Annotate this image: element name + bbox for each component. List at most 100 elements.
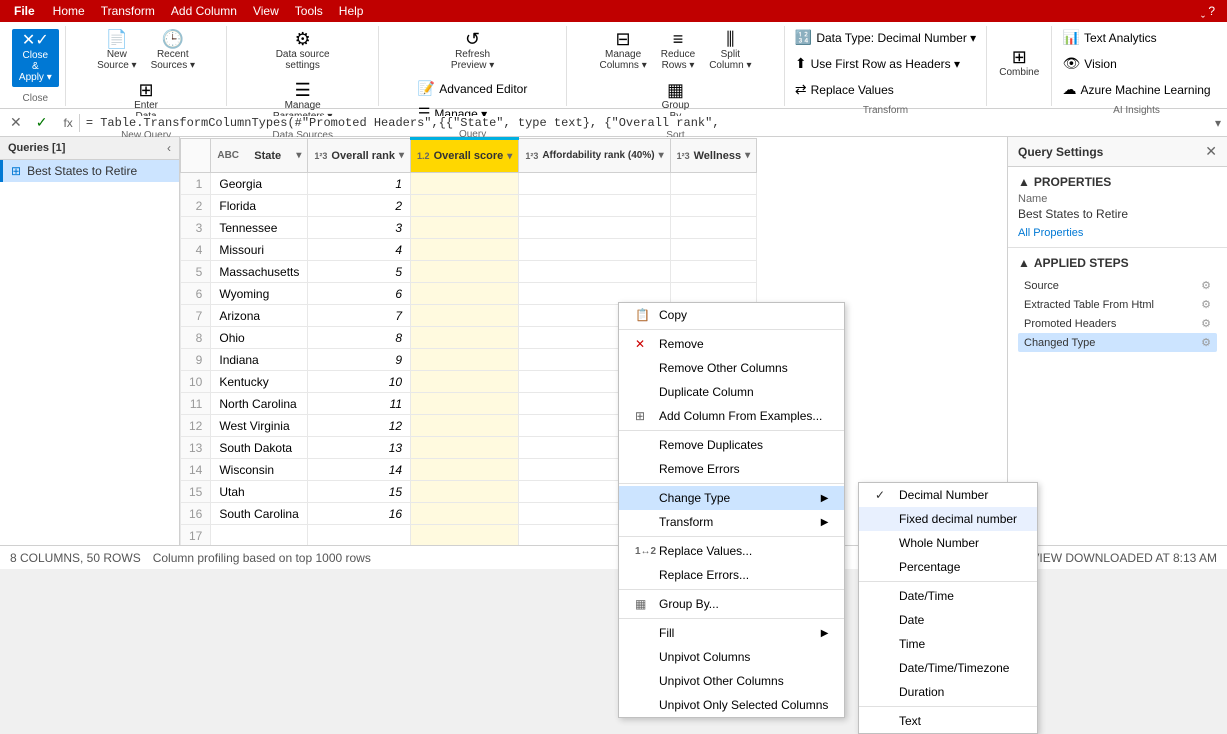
qs-steps-collapse-icon[interactable]: ▲	[1018, 256, 1030, 270]
menu-transform[interactable]: Transform	[93, 2, 163, 20]
use-first-row-button[interactable]: ⬆ Use First Row as Headers ▾	[790, 52, 965, 75]
menu-help[interactable]: Help	[331, 2, 372, 20]
ctx-remove-errors[interactable]: Remove Errors	[619, 457, 844, 481]
submenu-date[interactable]: Date	[859, 608, 1037, 632]
menu-tools[interactable]: Tools	[287, 2, 331, 20]
col-header-wellness[interactable]: 1²3 Wellness ▾	[670, 139, 757, 173]
ctx-change-type[interactable]: Change Type ▶	[619, 486, 844, 510]
refresh-preview-button[interactable]: ↺ RefreshPreview ▾	[445, 26, 500, 75]
step-gear-promoted-headers[interactable]: ⚙	[1201, 317, 1211, 330]
col-filter-wellness[interactable]: ▾	[745, 150, 750, 161]
query-item-best-states[interactable]: ⊞ Best States to Retire	[0, 160, 179, 182]
table-row[interactable]: 5 Massachusetts 5	[181, 261, 757, 283]
ctx-remove-other[interactable]: Remove Other Columns	[619, 356, 844, 380]
formula-cancel-button[interactable]: ✕	[6, 112, 26, 133]
submenu-datetimezone[interactable]: Date/Time/Timezone	[859, 656, 1037, 680]
ctx-transform[interactable]: Transform ▶	[619, 510, 844, 534]
col-filter-rank[interactable]: ▾	[399, 150, 404, 161]
submenu-time[interactable]: Time	[859, 632, 1037, 656]
advanced-editor-button[interactable]: 📝 Advanced Editor	[413, 77, 533, 100]
col-header-overall-rank[interactable]: 1²3 Overall rank ▾	[308, 139, 411, 173]
ctx-copy-icon: 📋	[635, 308, 651, 322]
text-analytics-button[interactable]: 📊 Text Analytics	[1058, 26, 1162, 49]
ctx-unpivot-other[interactable]: Unpivot Other Columns	[619, 669, 844, 693]
table-row[interactable]: 1 Georgia 1	[181, 173, 757, 195]
step-item-promoted-headers[interactable]: Promoted Headers ⚙	[1018, 314, 1217, 333]
cell-rank: 6	[308, 283, 411, 305]
qs-properties-collapse-icon[interactable]: ▲	[1018, 175, 1030, 189]
table-row[interactable]: 2 Florida 2	[181, 195, 757, 217]
new-source-button[interactable]: 📄 NewSource ▾	[91, 26, 142, 75]
vision-button[interactable]: 👁 Vision	[1058, 52, 1122, 75]
formula-expand-button[interactable]: ▾	[1215, 116, 1221, 130]
step-gear-changed-type[interactable]: ⚙	[1201, 336, 1211, 349]
combine-button[interactable]: ⊞ Combine	[993, 44, 1045, 82]
ctx-unpivot-selected[interactable]: Unpivot Only Selected Columns	[619, 693, 844, 717]
qs-name-label: Name	[1018, 193, 1217, 205]
submenu-percentage[interactable]: Percentage	[859, 555, 1037, 579]
file-menu[interactable]: File	[4, 2, 45, 20]
queries-header: Queries [1] ‹	[0, 137, 179, 160]
submenu-fixed-decimal[interactable]: Fixed decimal number	[859, 507, 1037, 531]
split-column-button[interactable]: ⫼ SplitColumn ▾	[703, 26, 757, 75]
col-header-affordability[interactable]: 1²3 Affordability rank (40%) ▾	[519, 139, 670, 173]
ctx-transform-label: Transform	[659, 515, 713, 529]
table-row[interactable]: 4 Missouri 4	[181, 239, 757, 261]
step-item-extracted-table[interactable]: Extracted Table From Html ⚙	[1018, 295, 1217, 314]
col-filter-afford[interactable]: ▾	[659, 150, 664, 161]
menu-view[interactable]: View	[245, 2, 287, 20]
reduce-rows-button[interactable]: ≡ ReduceRows ▾	[655, 26, 701, 75]
queries-collapse-button[interactable]: ‹	[167, 141, 171, 155]
submenu-sep1	[859, 581, 1037, 582]
recent-sources-button[interactable]: 🕒 RecentSources ▾	[145, 26, 201, 75]
col-header-overall-score[interactable]: 1.2 Overall score ▾	[411, 139, 519, 173]
data-type-button[interactable]: 🔢 Data Type: Decimal Number ▾	[790, 26, 981, 49]
submenu-decimal-check: ✓	[875, 488, 891, 502]
qs-all-properties-link[interactable]: All Properties	[1018, 227, 1083, 239]
menu-home[interactable]: Home	[45, 2, 93, 20]
ctx-fill[interactable]: Fill ▶	[619, 621, 844, 645]
step-gear-extracted-table[interactable]: ⚙	[1201, 298, 1211, 311]
ctx-add-examples[interactable]: ⊞ Add Column From Examples...	[619, 404, 844, 428]
cell-score	[411, 283, 519, 305]
col-header-rownum	[181, 139, 211, 173]
azure-ml-button[interactable]: ☁ Azure Machine Learning	[1058, 78, 1216, 101]
ctx-copy[interactable]: 📋 Copy	[619, 303, 844, 327]
qs-close-button[interactable]: ✕	[1205, 143, 1217, 160]
submenu-whole[interactable]: Whole Number	[859, 531, 1037, 555]
cell-score	[411, 415, 519, 437]
formula-input[interactable]	[86, 116, 1209, 130]
submenu-duration[interactable]: Duration	[859, 680, 1037, 704]
ctx-remove-duplicates[interactable]: Remove Duplicates	[619, 433, 844, 457]
col-header-state[interactable]: ABC State ▾	[211, 139, 308, 173]
replace-values-ribbon-button[interactable]: ⇄ Replace Values	[790, 78, 899, 101]
manage-columns-button[interactable]: ⊟ ManageColumns ▾	[593, 26, 652, 75]
close-apply-button[interactable]: ✕✓ Close &Apply ▾	[12, 29, 59, 87]
submenu-datetime[interactable]: Date/Time	[859, 584, 1037, 608]
ctx-remove[interactable]: ✕ Remove	[619, 332, 844, 356]
ctx-replace-values[interactable]: 1↔2 Replace Values...	[619, 539, 844, 563]
step-gear-source[interactable]: ⚙	[1201, 279, 1211, 292]
qs-properties-section: ▲ PROPERTIES Name Best States to Retire …	[1008, 167, 1227, 247]
submenu-text[interactable]: Text	[859, 709, 1037, 733]
col-filter-state[interactable]: ▾	[296, 150, 301, 161]
table-row[interactable]: 3 Tennessee 3	[181, 217, 757, 239]
ctx-duplicate[interactable]: Duplicate Column	[619, 380, 844, 404]
menu-add-column[interactable]: Add Column	[163, 2, 245, 20]
step-item-changed-type[interactable]: Changed Type ⚙	[1018, 333, 1217, 352]
step-item-source[interactable]: Source ⚙	[1018, 276, 1217, 295]
ctx-unpivot[interactable]: Unpivot Columns	[619, 645, 844, 669]
enter-data-icon: ⊞	[139, 81, 154, 99]
formula-check-button[interactable]: ✓	[32, 112, 52, 133]
ctx-group-by-icon: ▦	[635, 597, 651, 611]
use-first-row-label: Use First Row as Headers ▾	[811, 57, 960, 71]
submenu-fixed-label: Fixed decimal number	[899, 512, 1017, 526]
col-filter-score[interactable]: ▾	[507, 151, 512, 162]
text-analytics-label: Text Analytics	[1084, 31, 1157, 45]
ctx-replace-errors[interactable]: Replace Errors...	[619, 563, 844, 587]
cell-rownum: 12	[181, 415, 211, 437]
ctx-group-by[interactable]: ▦ Group By...	[619, 592, 844, 616]
data-source-settings-button[interactable]: ⚙ Data sourcesettings	[270, 26, 336, 75]
submenu-decimal[interactable]: ✓ Decimal Number	[859, 483, 1037, 507]
formula-fx-label: fx	[57, 114, 79, 132]
